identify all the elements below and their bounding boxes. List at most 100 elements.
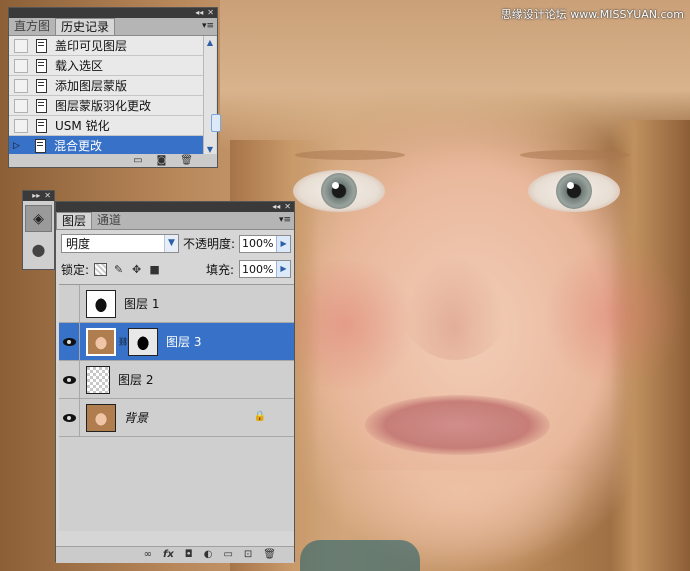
new-group-icon[interactable]: ▭ <box>223 550 232 560</box>
history-item-label: 添加图层蒙版 <box>55 79 128 93</box>
fill-slider-arrow-icon[interactable]: ▶ <box>276 261 290 277</box>
tab-histogram[interactable]: 直方图 <box>9 18 55 35</box>
new-layer-icon[interactable]: ⊡ <box>244 550 252 560</box>
trash-icon[interactable]: 🗑 <box>180 155 193 166</box>
visibility-toggle[interactable] <box>59 399 80 436</box>
layer-name: 图层 2 <box>118 373 154 387</box>
layer-thumbnail[interactable] <box>86 327 116 356</box>
layer-name: 图层 1 <box>124 297 160 311</box>
history-state-icon <box>34 58 47 73</box>
channels-panel-icon[interactable]: ● <box>25 236 52 263</box>
close-icon[interactable]: ✕ <box>207 8 214 18</box>
camera-snapshot-icon[interactable]: ◙ <box>157 155 167 166</box>
snapshot-source-checkbox[interactable] <box>14 118 28 133</box>
lips <box>365 395 550 455</box>
layer-thumbnail[interactable] <box>86 289 116 318</box>
history-brush-source-icon[interactable]: ▷ <box>13 141 25 151</box>
new-document-from-state-icon[interactable]: ▭ <box>133 155 142 166</box>
eye-icon <box>62 337 76 346</box>
layer-mask-thumbnail[interactable] <box>128 327 158 356</box>
layers-tabs: 图层 通道 ▾≡ <box>56 212 294 230</box>
mask-link-icon[interactable]: ⛓ <box>118 337 128 346</box>
opacity-label: 不透明度: <box>183 237 236 251</box>
right-eye <box>528 170 620 212</box>
history-item-selected[interactable]: ▷ 混合更改 <box>9 136 204 156</box>
lock-icon: 🔒 <box>253 411 266 422</box>
layer-row-selected[interactable]: ⛓ 图层 3 <box>59 323 294 361</box>
lock-row: 锁定: ✎ ✥ ■ 填充: 100% ▶ <box>61 260 291 278</box>
history-state-icon <box>33 138 46 153</box>
layer-thumbnail[interactable] <box>86 365 110 394</box>
history-item[interactable]: 盖印可见图层 <box>9 36 204 56</box>
opacity-field[interactable]: 100% ▶ <box>239 234 292 253</box>
layer-name: 背景 <box>124 411 149 425</box>
adjustment-layer-icon[interactable]: ◐ <box>204 550 213 560</box>
snapshot-source-checkbox[interactable] <box>14 98 28 113</box>
close-icon[interactable]: ✕ <box>44 191 51 201</box>
visibility-toggle[interactable] <box>59 323 80 360</box>
layer-row[interactable]: 图层 2 <box>59 361 294 399</box>
fx-icon[interactable]: fx <box>163 550 174 560</box>
add-mask-icon[interactable]: ◘ <box>185 550 193 560</box>
layer-thumbnail[interactable] <box>86 403 116 432</box>
panel-menu-icon[interactable]: ▾≡ <box>202 21 214 31</box>
opacity-slider-arrow-icon[interactable]: ▶ <box>276 235 291 252</box>
history-item[interactable]: 图层蒙版羽化更改 <box>9 96 204 116</box>
snapshot-source-checkbox[interactable] <box>14 78 28 93</box>
layers-footer: ∞ fx ◘ ◐ ▭ ⊡ 🗑 <box>56 546 294 563</box>
eye-icon <box>62 413 76 422</box>
tab-layers[interactable]: 图层 <box>56 212 93 229</box>
right-cheek <box>545 240 685 390</box>
lock-all-icon[interactable]: ■ <box>148 263 161 276</box>
scroll-thumb[interactable] <box>211 114 221 132</box>
tab-channels[interactable]: 通道 <box>92 212 126 229</box>
lock-position-move-icon[interactable]: ✥ <box>130 263 143 276</box>
layers-panel-icon[interactable]: ◈ <box>25 205 52 232</box>
history-state-icon <box>34 118 47 133</box>
tab-history[interactable]: 历史记录 <box>55 18 116 35</box>
visibility-toggle[interactable] <box>59 361 80 398</box>
history-item[interactable]: 添加图层蒙版 <box>9 76 204 96</box>
snapshot-source-checkbox[interactable] <box>14 38 28 53</box>
right-brow <box>520 150 630 160</box>
panel-dock-strip: ▸▸ ✕ ◈ ● <box>22 190 55 270</box>
chevron-down-icon[interactable]: ▼ <box>164 235 178 252</box>
layer-row[interactable]: 背景 🔒 <box>59 399 294 437</box>
visibility-toggle[interactable] <box>59 285 80 322</box>
close-icon[interactable]: ✕ <box>284 202 291 212</box>
history-state-icon <box>34 78 47 93</box>
lock-image-pixels-brush-icon[interactable]: ✎ <box>112 263 125 276</box>
history-scrollbar[interactable]: ▲ ▼ <box>203 36 221 156</box>
link-layers-icon[interactable]: ∞ <box>144 550 152 560</box>
history-item-label: 载入选区 <box>55 59 104 73</box>
layers-panel: ◂◂ ✕ 图层 通道 ▾≡ 明度 ▼ 不透明度: 100% ▶ 锁定: ✎ ✥ … <box>55 201 295 563</box>
trash-icon[interactable]: 🗑 <box>263 550 276 560</box>
left-eye <box>293 170 385 212</box>
history-panel: ◂◂ ✕ 直方图 历史记录 ▾≡ 盖印可见图层 载入选区 添加图层蒙版 图层蒙版… <box>8 7 221 168</box>
layer-name: 图层 3 <box>166 335 202 349</box>
blend-row: 明度 ▼ 不透明度: 100% ▶ <box>61 234 292 253</box>
history-item-label: 混合更改 <box>54 139 103 153</box>
panel-menu-icon[interactable]: ▾≡ <box>279 215 291 225</box>
scroll-up-icon[interactable]: ▲ <box>204 36 216 49</box>
history-item-label: USM 锐化 <box>55 119 110 133</box>
history-item-label: 图层蒙版羽化更改 <box>55 99 152 113</box>
history-state-icon <box>34 38 47 53</box>
opacity-value: 100% <box>242 237 274 250</box>
fill-field[interactable]: 100% ▶ <box>239 260 291 278</box>
collar <box>300 540 420 571</box>
collapse-icon[interactable]: ◂◂ <box>272 202 280 212</box>
lock-transparent-pixels-icon[interactable] <box>94 262 108 276</box>
nose <box>400 250 510 360</box>
layers-body: 明度 ▼ 不透明度: 100% ▶ 锁定: ✎ ✥ ■ 填充: 100% ▶ 图… <box>56 230 294 563</box>
left-brow <box>295 150 405 160</box>
history-item[interactable]: USM 锐化 <box>9 116 204 136</box>
history-item[interactable]: 载入选区 <box>9 56 204 76</box>
lock-label: 锁定: <box>61 262 90 277</box>
snapshot-source-checkbox[interactable] <box>14 58 28 73</box>
expand-icon[interactable]: ▸▸ <box>32 191 40 201</box>
layer-row[interactable]: 图层 1 <box>59 285 294 323</box>
blend-mode-select[interactable]: 明度 ▼ <box>61 234 179 253</box>
history-tabs: 直方图 历史记录 ▾≡ <box>9 18 217 36</box>
collapse-icon[interactable]: ◂◂ <box>195 8 203 18</box>
